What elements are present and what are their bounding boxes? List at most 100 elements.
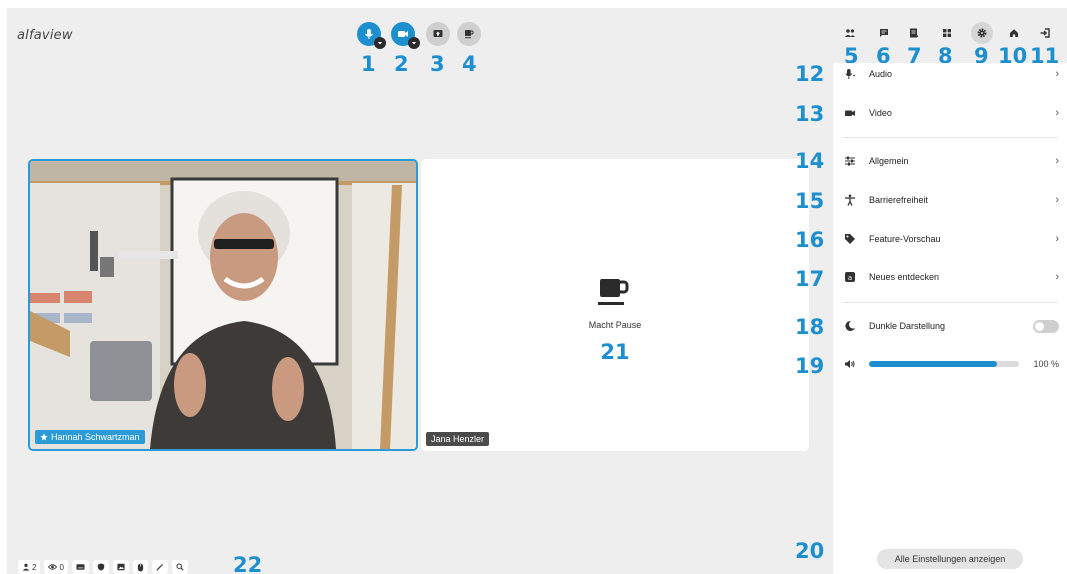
settings-item-audio[interactable]: Audio › — [833, 63, 1067, 85]
chevron-right-icon: › — [1055, 271, 1059, 283]
microphone-button[interactable] — [357, 22, 386, 49]
chevron-right-icon: › — [1055, 233, 1059, 245]
annotation-21: 21 — [600, 340, 630, 364]
participant-name: Hannah Schwartzman — [51, 432, 140, 442]
divider — [843, 137, 1057, 138]
settings-item-label: Video — [869, 108, 892, 118]
image-icon — [117, 563, 125, 571]
annotation-16: 16 — [795, 228, 825, 252]
annotation-14: 14 — [795, 149, 825, 173]
mouse-button[interactable] — [132, 560, 148, 574]
viewers-count: 0 — [59, 562, 64, 572]
chevron-down-icon — [412, 42, 416, 45]
volume-slider[interactable] — [869, 361, 1020, 367]
microphone-options-button[interactable] — [374, 37, 386, 49]
search-icon — [176, 563, 184, 571]
annotation-13: 13 — [795, 102, 825, 126]
dark-mode-toggle[interactable] — [1033, 319, 1059, 333]
eye-icon — [48, 564, 58, 570]
settings-item-accessibility[interactable]: Barrierefreiheit › — [833, 189, 1067, 211]
layout-button[interactable] — [936, 22, 958, 44]
grid-icon — [943, 29, 951, 37]
file-icon — [910, 28, 919, 38]
gear-icon — [977, 28, 987, 38]
home-button[interactable] — [1003, 22, 1025, 44]
keyboard-icon — [76, 564, 85, 570]
keyboard-button[interactable] — [71, 560, 89, 574]
camera-options-button[interactable] — [408, 37, 420, 49]
volume-slider-fill — [869, 361, 997, 367]
settings-item-general[interactable]: Allgemein › — [833, 150, 1067, 172]
volume-value: 100 % — [1033, 359, 1059, 369]
pause-indicator: Macht Pause 21 — [421, 277, 809, 363]
settings-panel: Audio › Video › Allgemein › Barrierefrei… — [833, 63, 1067, 574]
all-settings-button[interactable]: Alle Einstellungen anzeigen — [877, 549, 1023, 569]
chevron-right-icon: › — [1055, 155, 1059, 167]
annotation-4: 4 — [462, 52, 477, 76]
settings-button[interactable] — [971, 22, 993, 44]
search-button[interactable] — [171, 560, 188, 574]
settings-item-label: Allgemein — [869, 156, 909, 166]
coffee-cup-icon — [465, 30, 474, 39]
chevron-right-icon: › — [1055, 194, 1059, 206]
dark-mode-label: Dunkle Darstellung — [869, 321, 946, 331]
sliders-icon — [843, 154, 857, 168]
annotation-12: 12 — [795, 62, 825, 86]
viewers-count-button[interactable]: 0 — [44, 560, 68, 574]
pause-text: Macht Pause — [588, 320, 642, 330]
status-bar: 2 0 — [18, 560, 188, 574]
annotation-22: 22 — [233, 553, 263, 574]
annotation-1: 1 — [361, 52, 376, 76]
video-tile-jana[interactable]: Macht Pause 21 Jana Henzler — [421, 159, 809, 451]
annotation-2: 2 — [394, 52, 409, 76]
settings-item-video[interactable]: Video › — [833, 102, 1067, 124]
speaker-icon — [843, 357, 857, 371]
settings-item-feature-preview[interactable]: Feature-Vorschau › — [833, 228, 1067, 250]
pause-button[interactable] — [457, 22, 481, 46]
coffee-cup-icon — [598, 279, 629, 305]
settings-item-label: Neues entdecken — [869, 272, 940, 282]
chevron-down-icon — [378, 42, 382, 45]
participants-count-button[interactable]: 2 — [18, 560, 41, 574]
moon-icon — [843, 319, 857, 333]
settings-item-label: Feature-Vorschau — [869, 234, 941, 244]
magic-wand-icon — [156, 563, 164, 571]
mouse-icon — [137, 563, 144, 571]
app-window: alfaview 1 2 3 4 5 6 7 8 9 10 11 Hannah … — [7, 8, 1067, 574]
annotation-19: 19 — [795, 354, 825, 378]
exit-icon — [1040, 28, 1050, 38]
chevron-right-icon: › — [1055, 107, 1059, 119]
video-tile-hannah[interactable]: Hannah Schwartzman — [28, 159, 418, 451]
screen-share-icon — [433, 30, 443, 37]
annotation-3: 3 — [430, 52, 445, 76]
files-button[interactable] — [903, 22, 925, 44]
accessibility-icon — [843, 193, 857, 207]
camera-settings-icon — [843, 106, 857, 120]
participant-name: Jana Henzler — [431, 434, 485, 444]
alfaview-logo-icon: a — [843, 270, 857, 284]
annotation-15: 15 — [795, 189, 825, 213]
wand-button[interactable] — [151, 560, 168, 574]
svg-text:a: a — [848, 274, 852, 282]
screen-share-button[interactable] — [426, 22, 450, 46]
settings-item-discover[interactable]: a Neues entdecken › — [833, 266, 1067, 288]
camera-button[interactable] — [391, 22, 420, 49]
participant-name-tag: Hannah Schwartzman — [35, 430, 145, 444]
volume-row: 100 % — [833, 353, 1067, 375]
participants-button[interactable] — [839, 22, 861, 44]
star-icon — [40, 433, 48, 441]
picture-button[interactable] — [112, 560, 129, 574]
app-logo: alfaview — [17, 28, 73, 43]
microphone-icon — [365, 29, 373, 39]
dark-mode-row: Dunkle Darstellung — [833, 315, 1067, 337]
annotation-20: 20 — [795, 539, 825, 563]
leave-button[interactable] — [1034, 22, 1056, 44]
security-button[interactable] — [92, 560, 109, 574]
divider — [843, 302, 1057, 303]
chat-icon — [880, 29, 888, 37]
settings-item-label: Audio — [869, 69, 893, 79]
settings-item-label: Barrierefreiheit — [869, 195, 929, 205]
tag-icon — [843, 232, 857, 246]
chat-button[interactable] — [873, 22, 895, 44]
camera-icon — [398, 31, 408, 37]
